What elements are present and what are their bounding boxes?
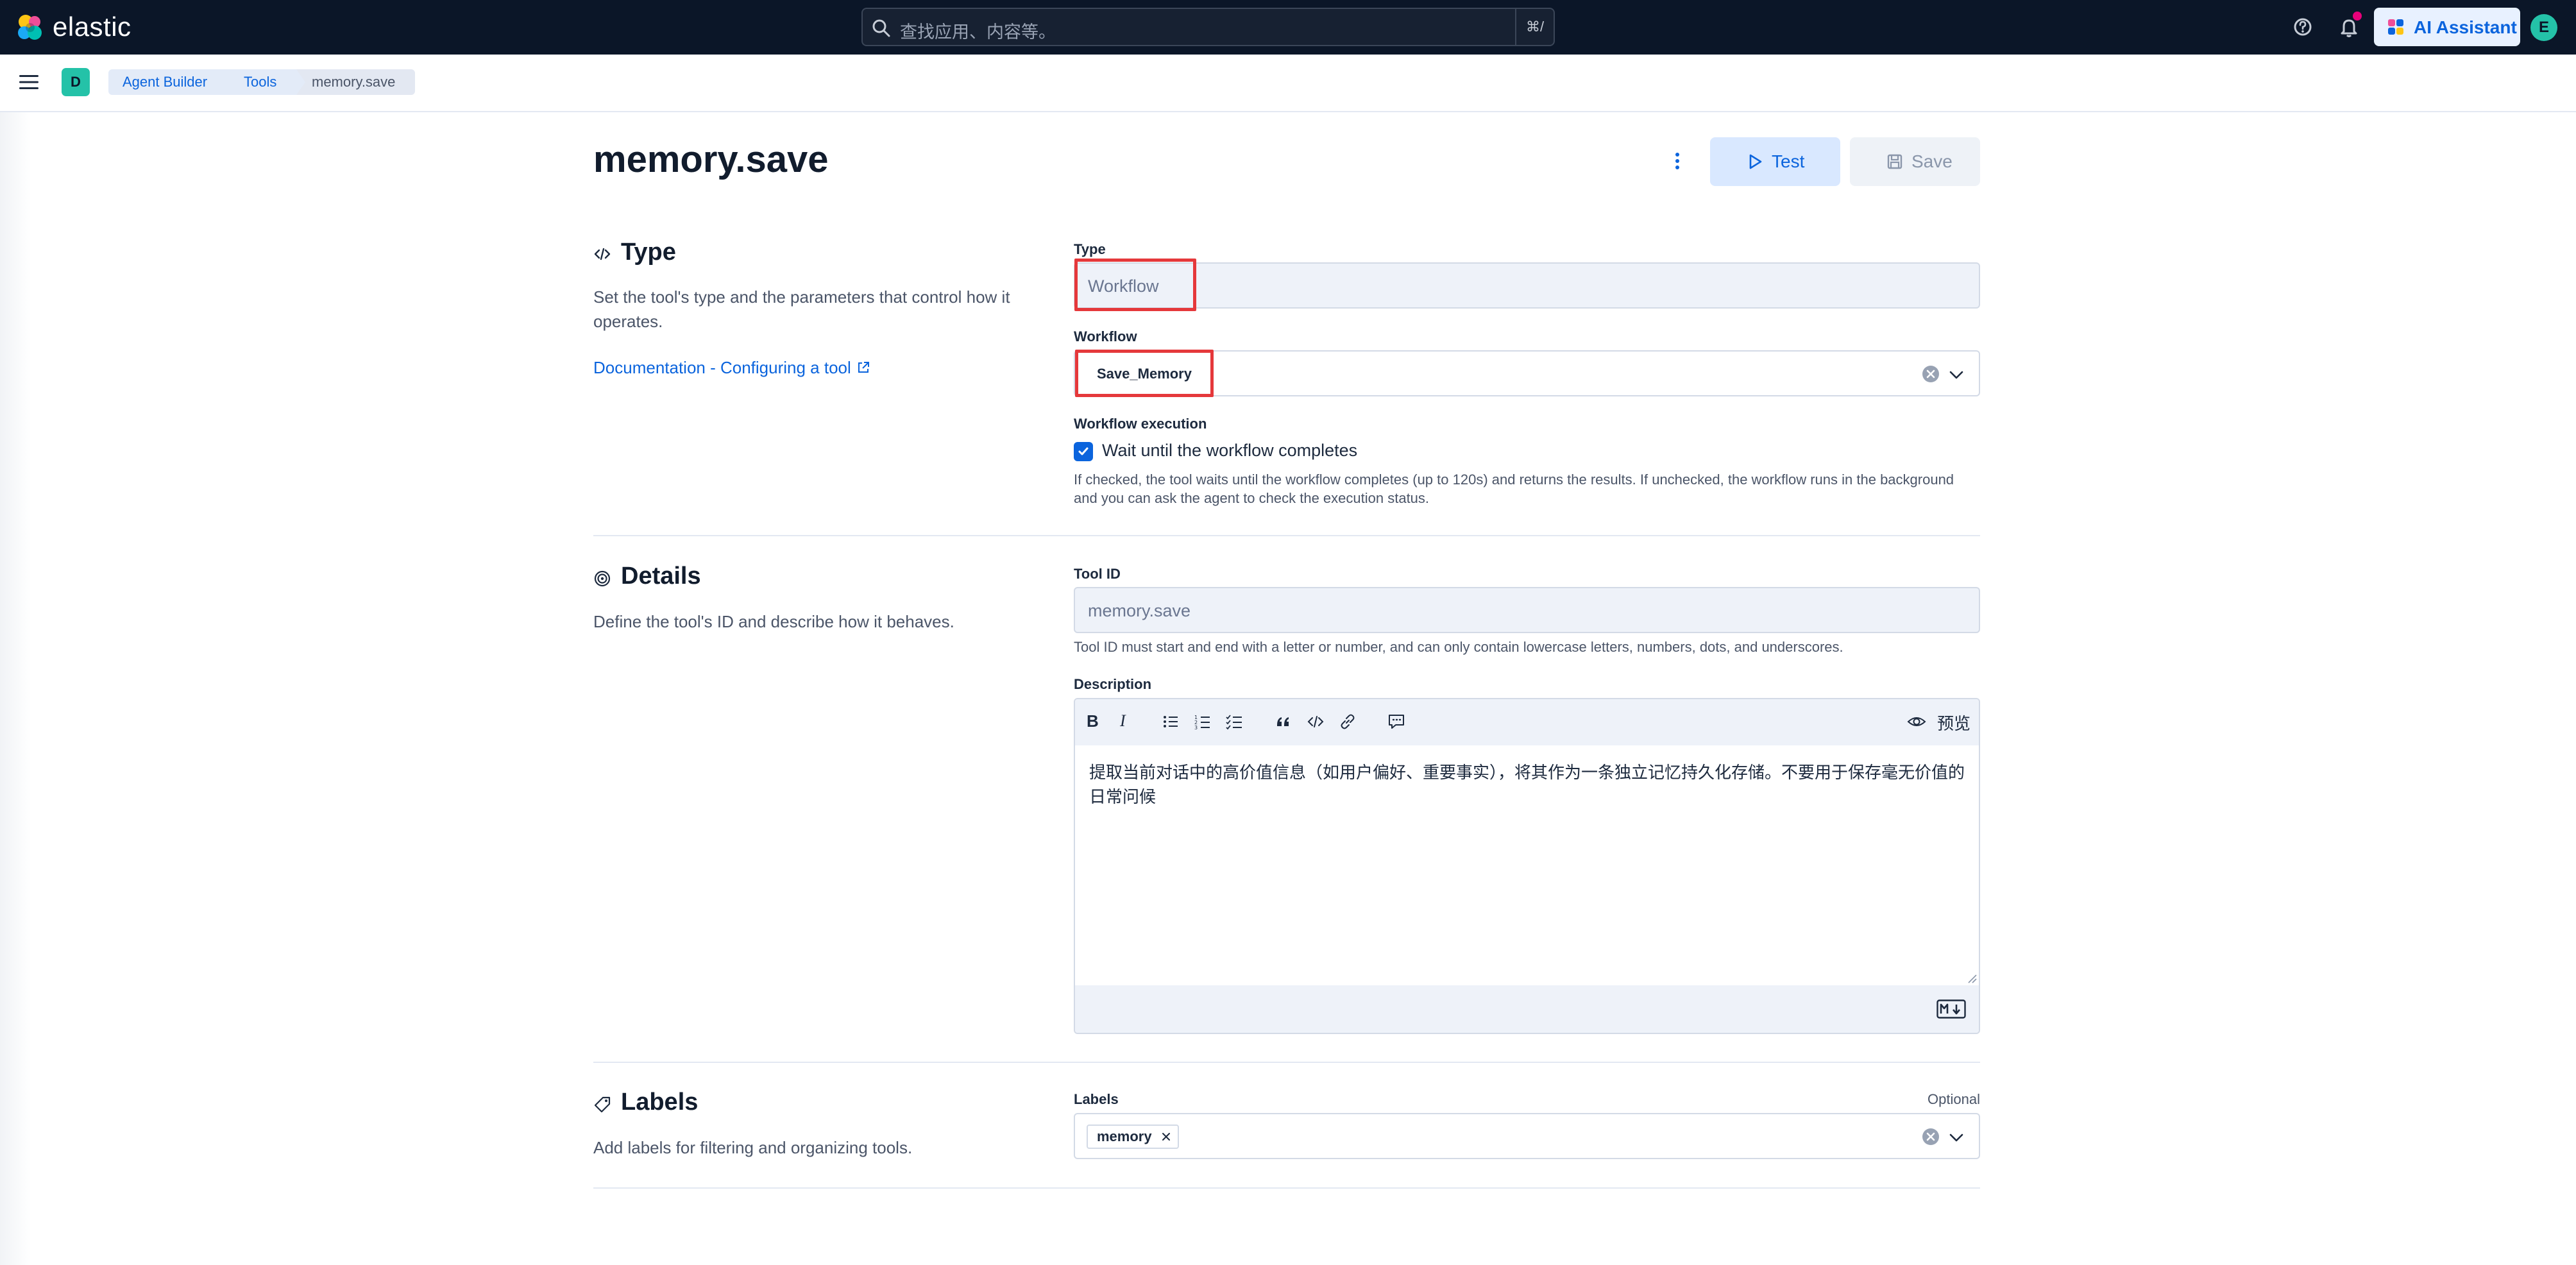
svg-text:3: 3 xyxy=(1194,725,1198,731)
type-section-title: Type xyxy=(621,239,676,266)
documentation-link[interactable]: Documentation - Configuring a tool xyxy=(593,358,870,378)
breadcrumb-current: memory.save xyxy=(296,69,415,95)
labels-section-description: Add labels for filtering and organizing … xyxy=(593,1138,913,1157)
play-icon xyxy=(1749,154,1762,169)
checkmark-icon xyxy=(1078,447,1089,455)
left-edge-shade xyxy=(0,112,31,1265)
eye-icon[interactable] xyxy=(1907,712,1926,731)
wait-checkbox[interactable] xyxy=(1074,442,1093,461)
highlight-workflow-value xyxy=(1075,350,1214,397)
bold-icon[interactable]: B xyxy=(1087,711,1099,731)
description-editor[interactable]: B I 1 2 3 预览 提取当前对话中的高价值信息（如用户偏好、重要事实），将… xyxy=(1074,698,1980,1034)
documentation-link-label: Documentation - Configuring a tool xyxy=(593,358,851,377)
checklist-icon[interactable] xyxy=(1225,712,1244,731)
breadcrumb-bar: D Agent Builder Tools memory.save xyxy=(0,55,2576,112)
labels-section-title: Labels xyxy=(621,1089,699,1116)
code-icon[interactable] xyxy=(1306,712,1325,731)
save-icon xyxy=(1887,154,1902,169)
wait-checkbox-label[interactable]: Wait until the workflow completes xyxy=(1102,441,1357,461)
labels-combobox[interactable]: memory xyxy=(1074,1113,1980,1159)
search-input[interactable]: 查找应用、内容等。 xyxy=(900,18,1056,43)
workflow-field-label: Workflow xyxy=(1074,328,1137,344)
tool-id-help-text: Tool ID must start and end with a letter… xyxy=(1074,639,1843,655)
section-divider xyxy=(593,1187,1980,1189)
workflow-execution-label: Workflow execution xyxy=(1074,416,1207,432)
chevron-down-icon[interactable] xyxy=(1947,366,1965,384)
space-avatar[interactable]: D xyxy=(62,68,90,96)
breadcrumb-tools[interactable]: Tools xyxy=(227,69,305,95)
test-button[interactable]: Test xyxy=(1710,137,1840,186)
ai-assistant-label: AI Assistant xyxy=(2414,17,2517,37)
description-textarea[interactable]: 提取当前对话中的高价值信息（如用户偏好、重要事实），将其作为一条独立记忆持久化存… xyxy=(1089,761,1968,810)
link-icon[interactable] xyxy=(1338,712,1357,731)
breadcrumb-agent-builder[interactable]: Agent Builder xyxy=(108,69,236,95)
quote-icon[interactable] xyxy=(1274,712,1293,731)
save-button-label: Save xyxy=(1911,151,1953,171)
type-field-label: Type xyxy=(1074,241,1106,257)
breadcrumb-label: memory.save xyxy=(312,74,396,90)
external-link-icon xyxy=(858,362,869,373)
tool-id-value: memory.save xyxy=(1088,601,1191,620)
save-button[interactable]: Save xyxy=(1850,137,1980,186)
breadcrumb-label: Tools xyxy=(244,74,277,90)
comment-icon[interactable] xyxy=(1387,712,1406,731)
user-avatar[interactable]: E xyxy=(2530,14,2557,41)
label-tag: memory xyxy=(1087,1125,1179,1149)
label-tag-text: memory xyxy=(1097,1128,1152,1144)
menu-icon[interactable] xyxy=(18,72,40,92)
resize-handle-icon[interactable] xyxy=(1966,972,1978,984)
tool-id-label: Tool ID xyxy=(1074,566,1121,582)
notification-dot xyxy=(2353,12,2362,21)
chevron-down-icon[interactable] xyxy=(1947,1128,1965,1146)
help-icon[interactable] xyxy=(2290,14,2316,40)
elastic-logo-icon[interactable] xyxy=(15,13,45,42)
target-icon xyxy=(594,570,611,587)
description-label: Description xyxy=(1074,676,1152,692)
details-section-title: Details xyxy=(621,563,701,590)
section-divider xyxy=(593,535,1980,536)
wait-help-text: If checked, the tool waits until the wor… xyxy=(1074,471,1954,506)
italic-icon[interactable]: I xyxy=(1120,711,1126,731)
markdown-icon[interactable] xyxy=(1936,999,1966,1019)
bullet-list-icon[interactable] xyxy=(1161,712,1180,731)
code-icon xyxy=(594,248,611,260)
editor-toolbar: B I 1 2 3 预览 xyxy=(1075,699,1979,745)
type-select: Workflow xyxy=(1074,262,1980,309)
breadcrumb-separator xyxy=(296,69,305,95)
breadcrumb-separator xyxy=(227,69,236,95)
test-button-label: Test xyxy=(1772,151,1805,171)
highlight-type-value xyxy=(1074,259,1196,311)
page-title: memory.save xyxy=(593,139,829,180)
editor-footer xyxy=(1075,985,1979,1033)
numbered-list-icon[interactable]: 1 2 3 xyxy=(1193,712,1212,731)
ai-assistant-icon xyxy=(2388,19,2403,35)
ai-assistant-button[interactable]: AI Assistant xyxy=(2374,8,2520,46)
tool-id-input: memory.save xyxy=(1074,587,1980,633)
search-icon xyxy=(872,19,890,37)
clear-icon[interactable] xyxy=(1921,1127,1940,1146)
section-divider xyxy=(593,1062,1980,1063)
optional-hint: Optional xyxy=(1928,1091,1980,1107)
more-actions-icon[interactable] xyxy=(1668,149,1687,173)
breadcrumb-label: Agent Builder xyxy=(123,74,208,90)
remove-tag-icon[interactable] xyxy=(1161,1132,1171,1142)
type-section-description: Set the tool's type and the parameters t… xyxy=(593,287,1010,331)
search-shortcut: ⌘/ xyxy=(1515,9,1554,45)
clear-icon[interactable] xyxy=(1921,364,1940,384)
labels-field-label: Labels xyxy=(1074,1091,1119,1107)
global-search[interactable]: 查找应用、内容等。 ⌘/ xyxy=(861,8,1555,46)
logo-text[interactable]: elastic xyxy=(53,12,131,42)
tag-icon xyxy=(594,1096,611,1113)
top-header: elastic 查找应用、内容等。 ⌘/ AI Assistant E xyxy=(0,0,2576,55)
preview-button[interactable]: 预览 xyxy=(1937,711,1970,734)
details-section-description: Define the tool's ID and describe how it… xyxy=(593,612,954,631)
